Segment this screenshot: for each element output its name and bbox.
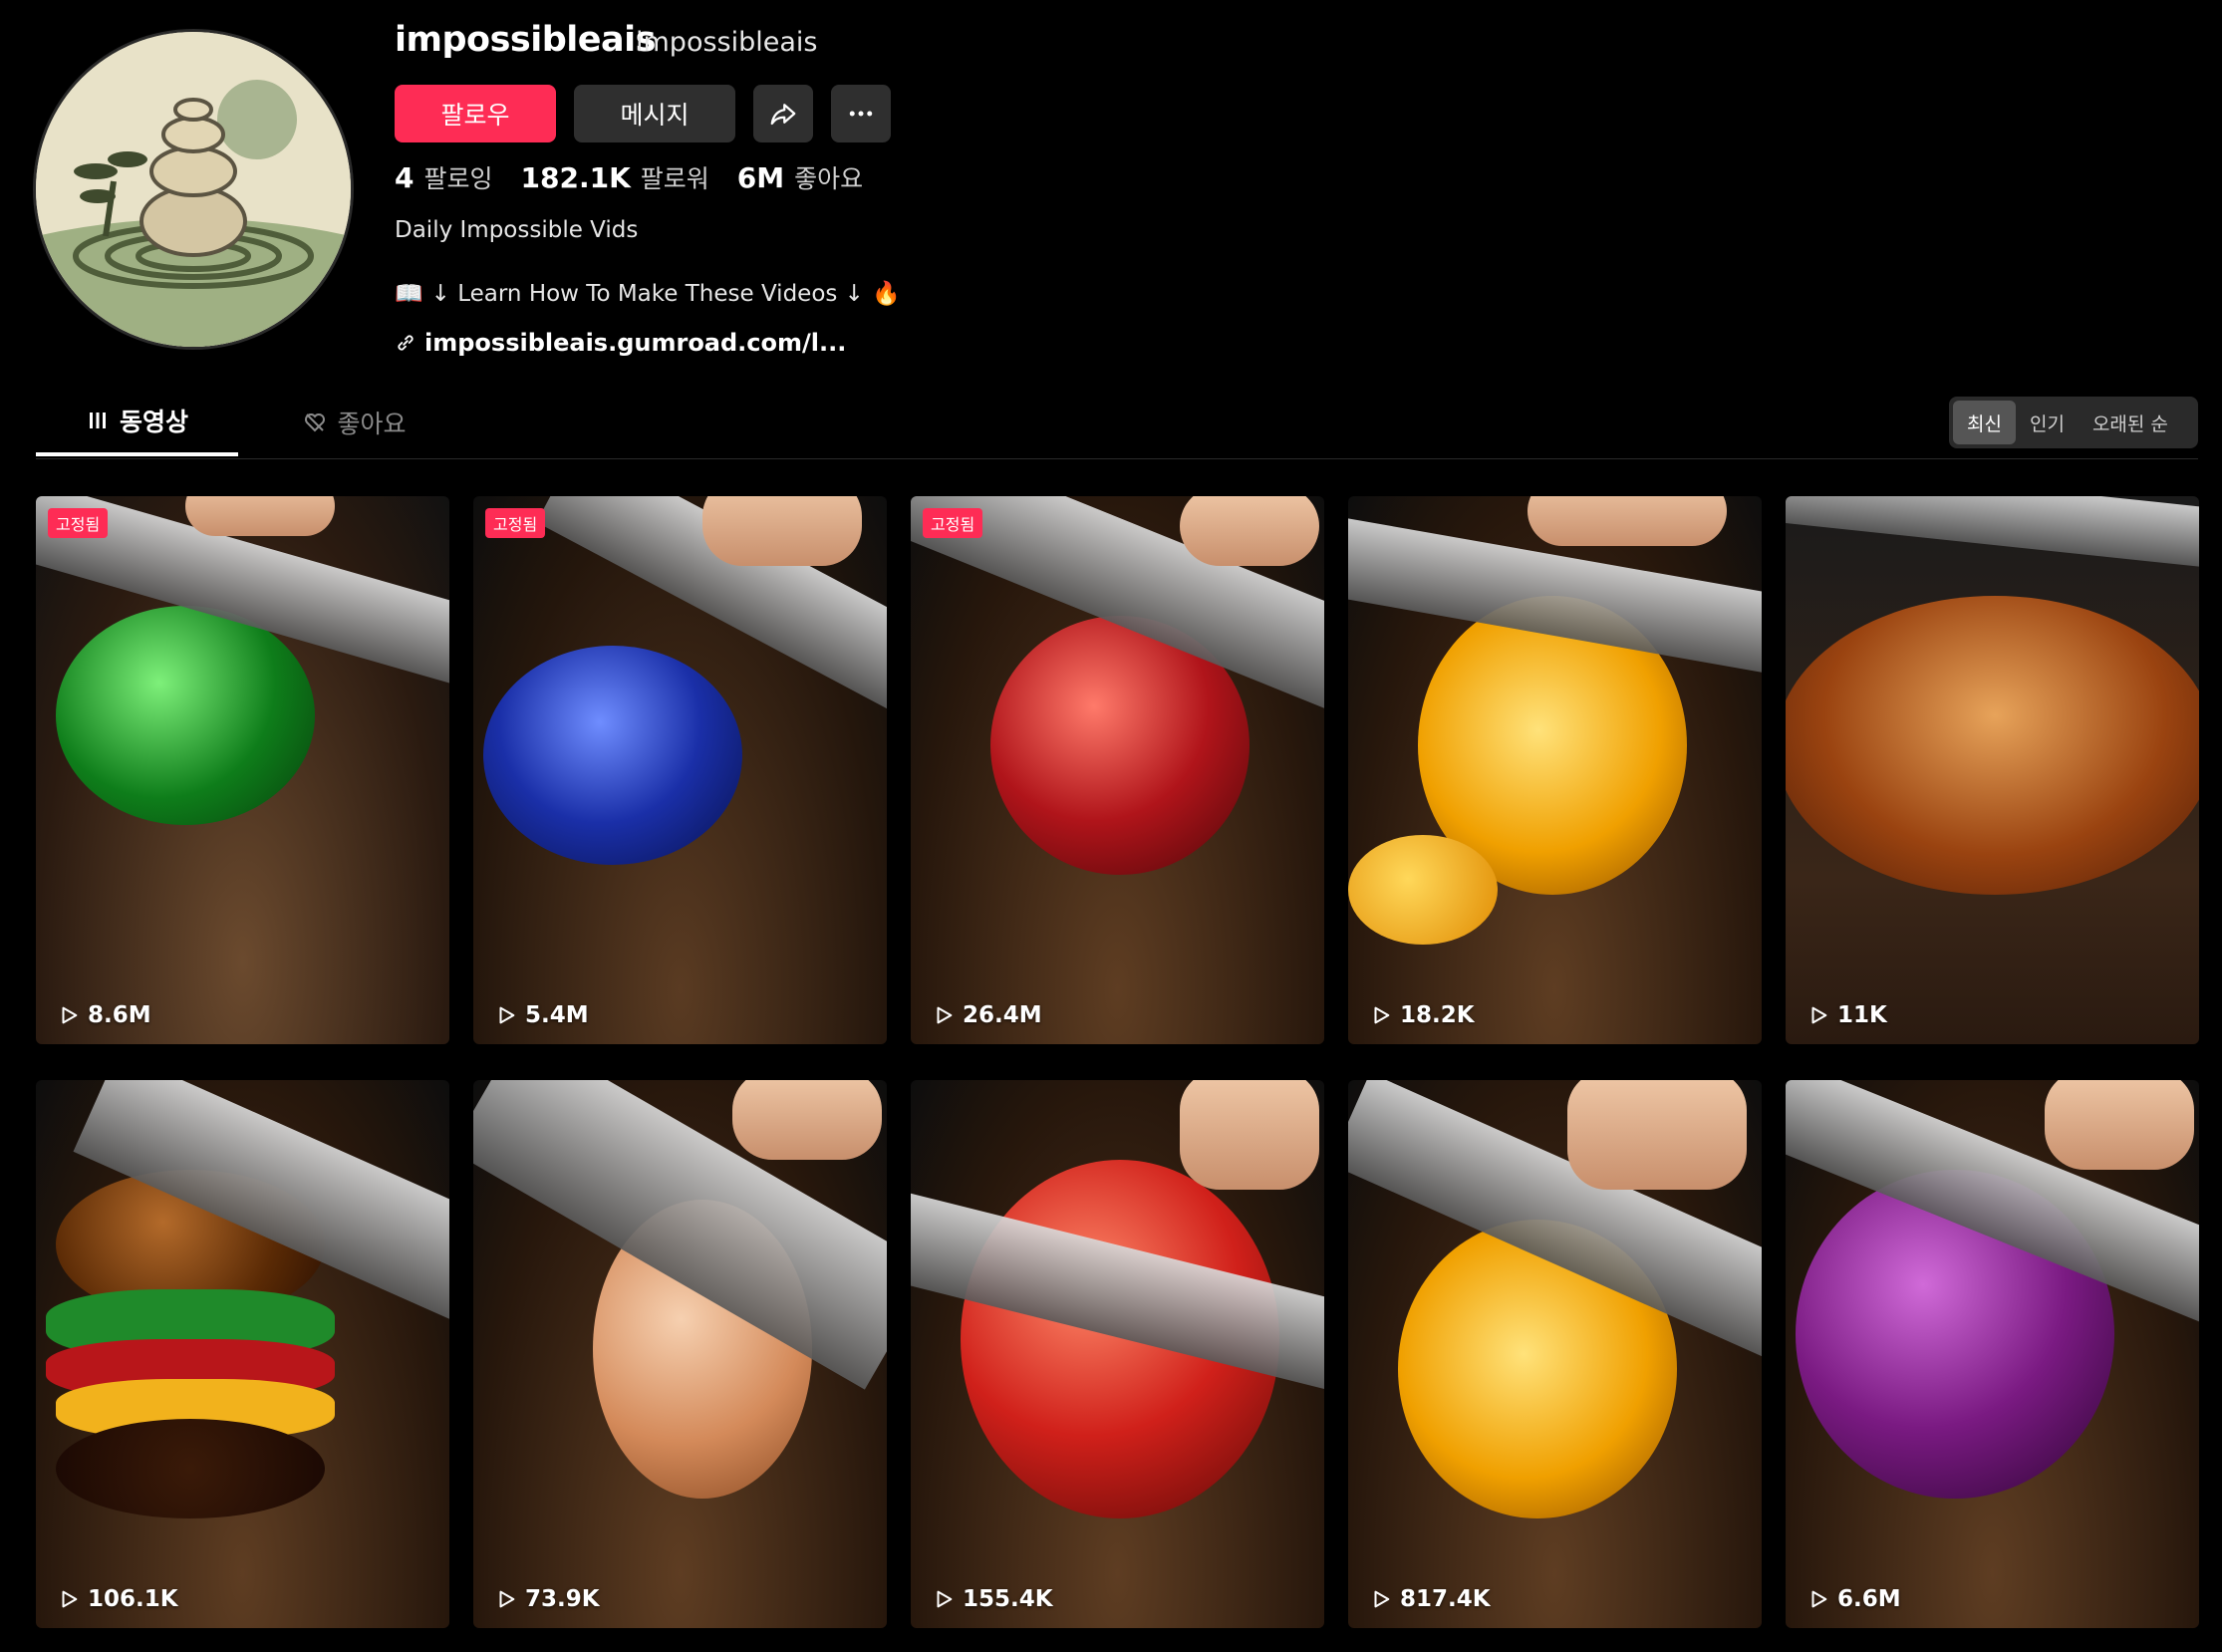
- view-count-text: 155.4K: [963, 1586, 1053, 1612]
- view-count: 8.6M: [58, 1002, 151, 1028]
- video-thumbnail: [911, 1080, 1324, 1628]
- likes-stat: 6M 좋아요: [737, 159, 863, 195]
- video-thumbnail: [36, 496, 449, 1044]
- video-card[interactable]: 73.9K: [473, 1080, 887, 1628]
- video-thumbnail: [36, 1080, 449, 1628]
- tab-liked[interactable]: 좋아요: [265, 389, 444, 456]
- video-thumbnail: [473, 1080, 887, 1628]
- play-icon: [1374, 1006, 1390, 1024]
- fire-icon: 🔥: [871, 281, 901, 307]
- following-count: 4: [395, 161, 415, 194]
- link-icon: [398, 335, 414, 351]
- video-card[interactable]: 고정됨 26.4M: [911, 496, 1324, 1044]
- profile-tabs: 동영상 좋아요: [36, 389, 2198, 459]
- play-icon: [499, 1006, 515, 1024]
- bio-line-2-text: ↓ Learn How To Make These Videos ↓: [430, 280, 864, 307]
- sort-oldest[interactable]: 오래된 순: [2079, 401, 2182, 444]
- bio-line-1: Daily Impossible Vids: [395, 217, 639, 243]
- sort-popular[interactable]: 인기: [2016, 401, 2079, 444]
- play-icon: [937, 1006, 953, 1024]
- video-card[interactable]: 고정됨 8.6M: [36, 496, 449, 1044]
- view-count: 155.4K: [933, 1586, 1053, 1612]
- book-icon: 📖: [395, 281, 423, 307]
- video-card[interactable]: 155.4K: [911, 1080, 1324, 1628]
- share-icon: [770, 104, 796, 126]
- video-thumbnail: [1786, 1080, 2199, 1628]
- video-card[interactable]: 106.1K: [36, 1080, 449, 1628]
- pinned-badge: 고정됨: [923, 508, 983, 538]
- view-count-text: 73.9K: [525, 1586, 600, 1612]
- play-icon: [62, 1590, 78, 1608]
- avatar-zen-stones-image: [36, 32, 351, 347]
- video-card[interactable]: 6.6M: [1786, 1080, 2199, 1628]
- view-count: 106.1K: [58, 1586, 178, 1612]
- view-count-text: 26.4M: [963, 1002, 1042, 1028]
- view-count: 26.4M: [933, 1002, 1042, 1028]
- share-button[interactable]: [753, 85, 813, 142]
- profile-link-text: impossibleais.gumroad.com/l...: [424, 329, 847, 357]
- more-icon: [849, 111, 873, 117]
- followers-label: 팔로워: [640, 164, 709, 193]
- tab-videos-label: 동영상: [119, 408, 188, 436]
- play-icon: [937, 1590, 953, 1608]
- video-thumbnail: [1348, 496, 1762, 1044]
- sort-latest[interactable]: 최신: [1953, 401, 2016, 444]
- sort-switcher: 최신 인기 오래된 순: [1949, 397, 2198, 448]
- play-icon: [1374, 1590, 1390, 1608]
- view-count: 6.6M: [1807, 1586, 1901, 1612]
- bio-line-2: 📖 ↓ Learn How To Make These Videos ↓ 🔥: [395, 280, 901, 308]
- tab-videos[interactable]: 동영상: [36, 389, 238, 456]
- username: impossibleais: [395, 20, 656, 60]
- view-count-text: 817.4K: [1400, 1586, 1491, 1612]
- view-count-text: 5.4M: [525, 1002, 589, 1028]
- view-count: 5.4M: [495, 1002, 589, 1028]
- view-count-text: 8.6M: [88, 1002, 151, 1028]
- pinned-badge: 고정됨: [485, 508, 546, 538]
- play-icon: [499, 1590, 515, 1608]
- message-button[interactable]: 메시지: [574, 85, 735, 142]
- view-count: 11K: [1807, 1002, 1887, 1028]
- video-card[interactable]: 817.4K: [1348, 1080, 1762, 1628]
- pinned-badge: 고정됨: [48, 508, 109, 538]
- video-thumbnail: [1786, 496, 2199, 1044]
- profile-avatar[interactable]: [36, 32, 351, 347]
- likes-label: 좋아요: [794, 164, 864, 193]
- tab-liked-label: 좋아요: [337, 410, 407, 438]
- following-label: 팔로잉: [423, 164, 493, 193]
- view-count: 73.9K: [495, 1586, 600, 1612]
- play-icon: [62, 1006, 78, 1024]
- view-count: 18.2K: [1370, 1002, 1475, 1028]
- profile-stats: 4 팔로잉 182.1K 팔로워 6M 좋아요: [395, 159, 863, 195]
- video-card[interactable]: 11K: [1786, 496, 2199, 1044]
- followers-stat[interactable]: 182.1K 팔로워: [521, 159, 709, 195]
- play-icon: [1811, 1006, 1827, 1024]
- view-count-text: 106.1K: [88, 1586, 178, 1612]
- view-count-text: 18.2K: [1400, 1002, 1475, 1028]
- view-count: 817.4K: [1370, 1586, 1491, 1612]
- likes-count: 6M: [736, 161, 785, 194]
- follow-button[interactable]: 팔로우: [395, 85, 556, 142]
- profile-link[interactable]: impossibleais.gumroad.com/l...: [395, 329, 846, 357]
- grid-lines-icon: [89, 413, 106, 428]
- video-thumbnail: [1348, 1080, 1762, 1628]
- video-card[interactable]: 고정됨 5.4M: [473, 496, 887, 1044]
- video-card[interactable]: 18.2K: [1348, 496, 1762, 1044]
- more-options-button[interactable]: [831, 85, 891, 142]
- following-stat[interactable]: 4 팔로잉: [395, 159, 493, 195]
- view-count-text: 6.6M: [1837, 1586, 1901, 1612]
- nickname: impossibleais: [636, 27, 818, 58]
- hidden-heart-icon: [305, 413, 326, 432]
- view-count-text: 11K: [1837, 1002, 1887, 1028]
- play-icon: [1811, 1590, 1827, 1608]
- video-grid: 고정됨 8.6M 고정됨 5.4M 고정됨 26.4M 18.2K 11K 10…: [36, 496, 2199, 1628]
- video-thumbnail: [473, 496, 887, 1044]
- followers-count: 182.1K: [520, 161, 631, 194]
- video-thumbnail: [911, 496, 1324, 1044]
